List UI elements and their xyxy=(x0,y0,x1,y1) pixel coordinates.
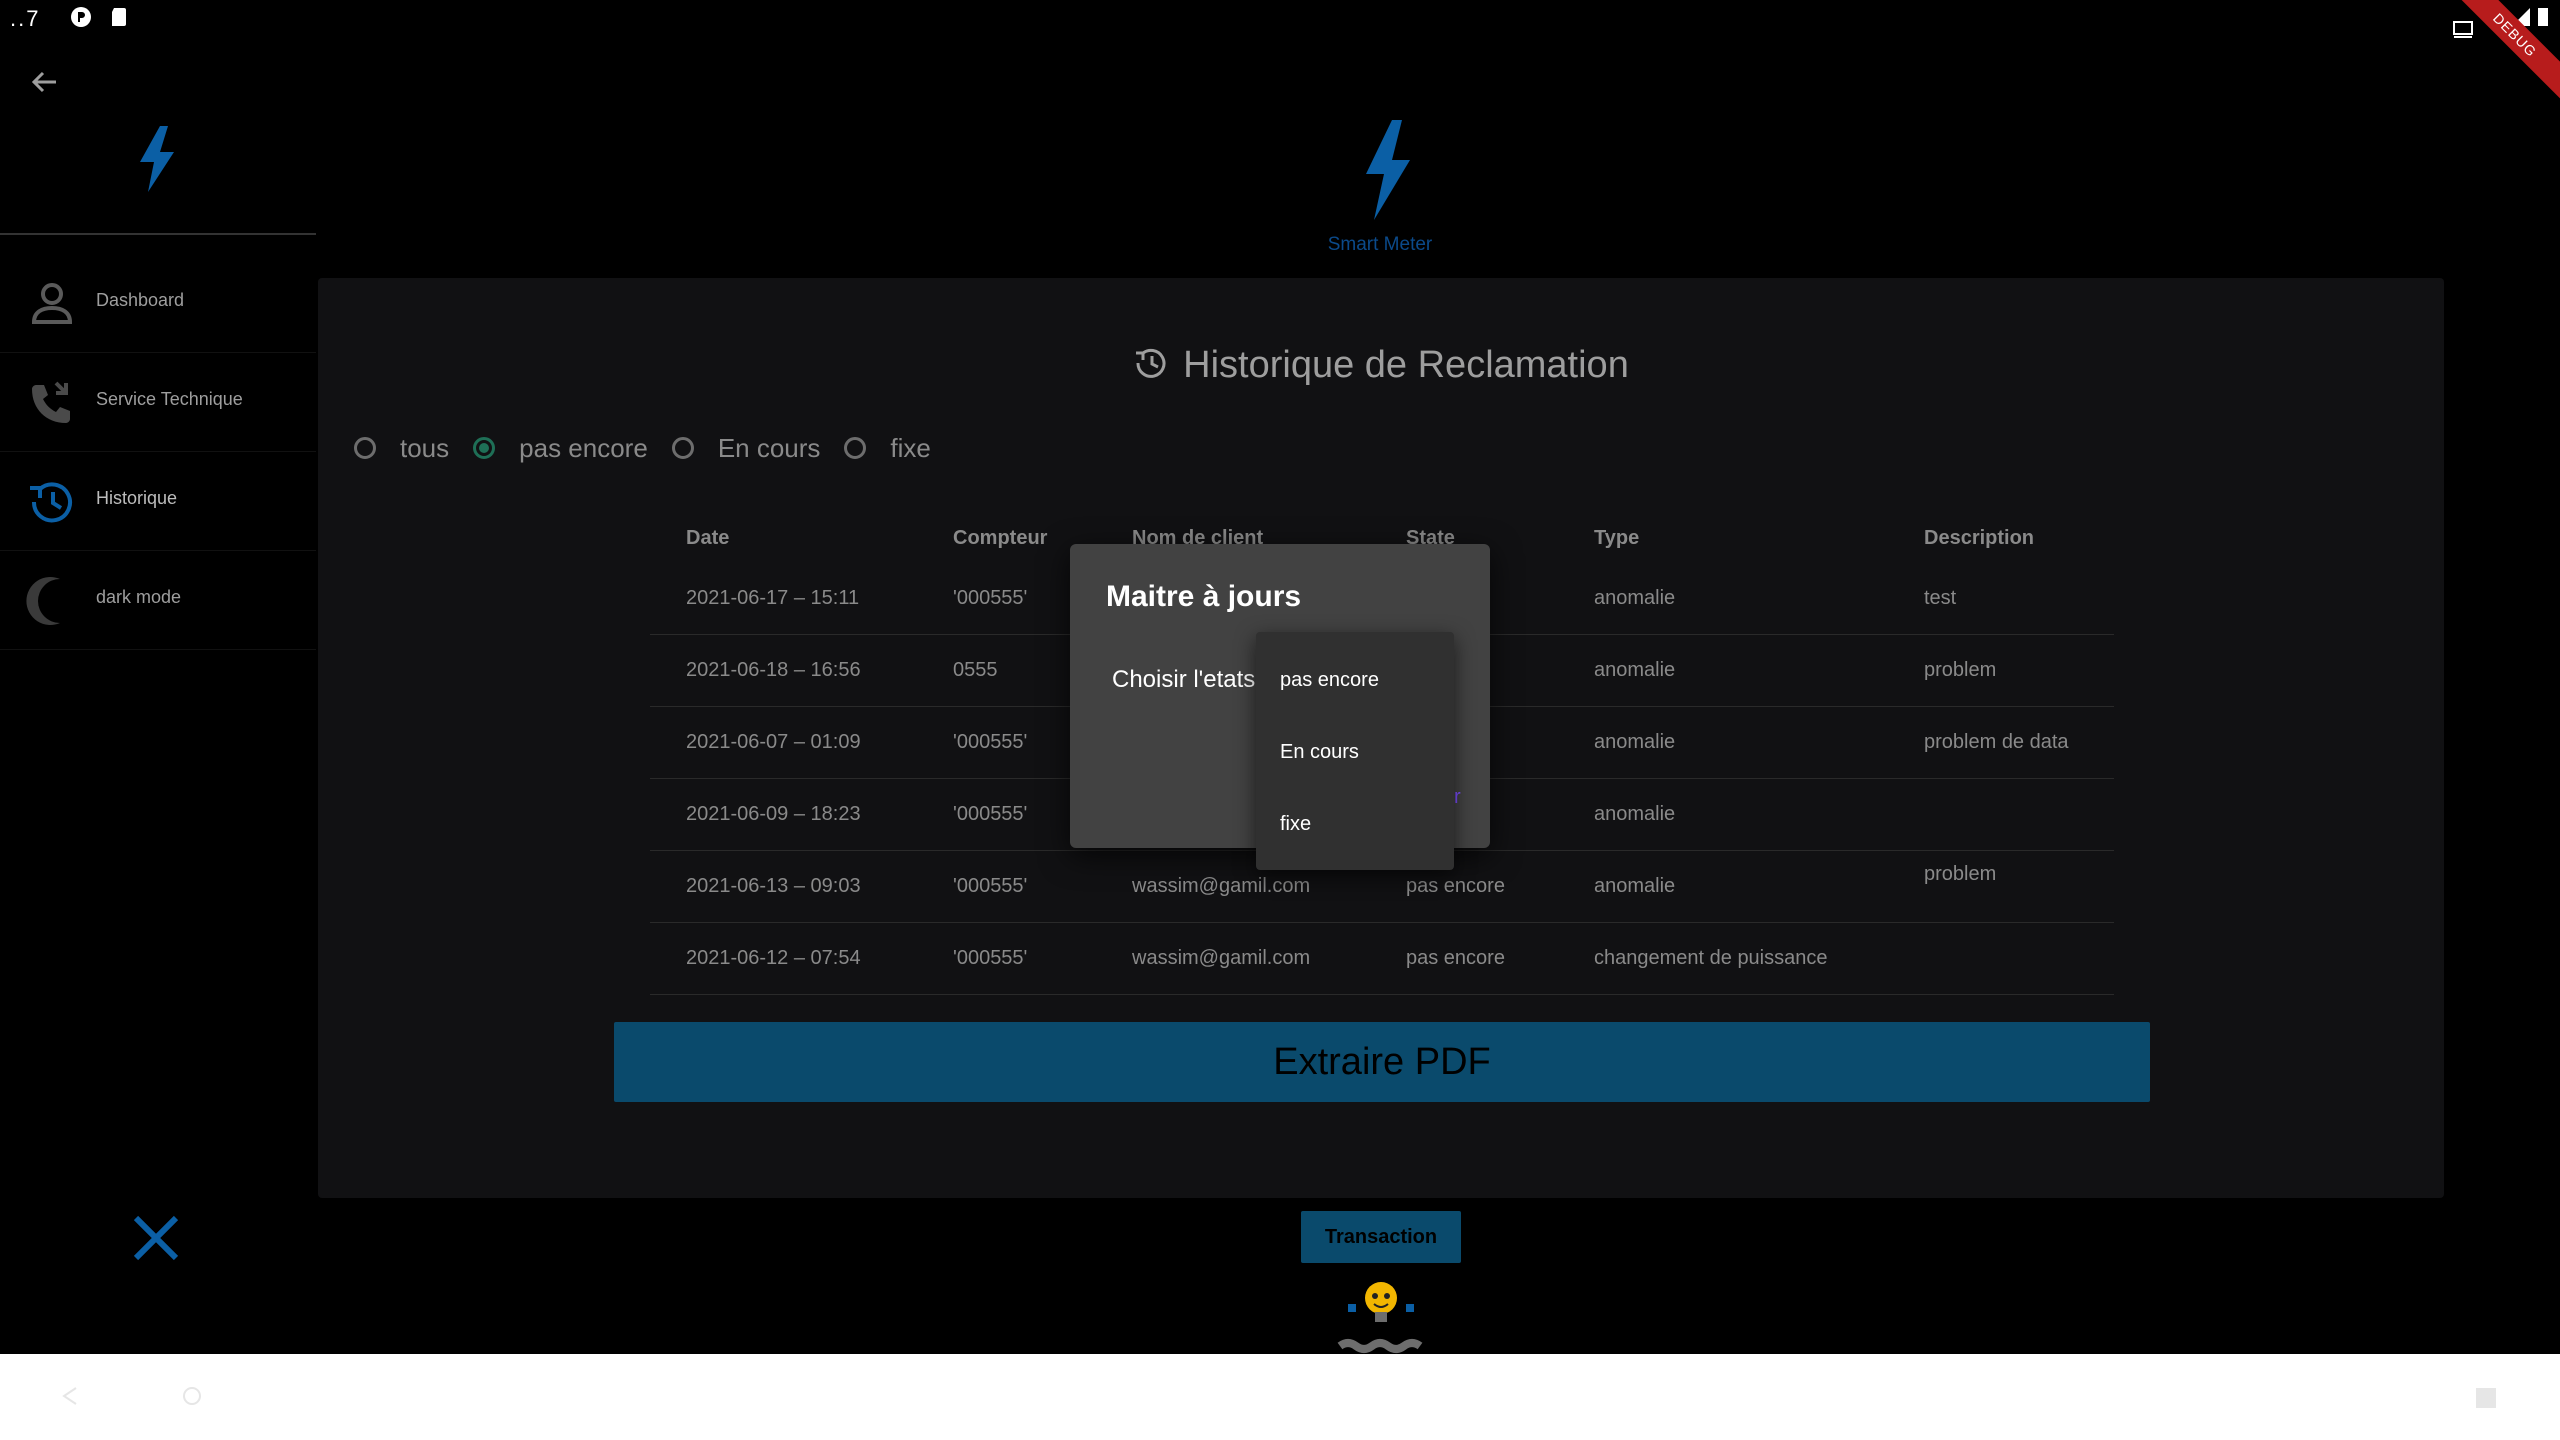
status-time: ..7 xyxy=(10,6,41,31)
sidebar-item-service-technique[interactable]: Service Technique xyxy=(0,353,316,452)
transaction-button[interactable]: Transaction xyxy=(1301,1211,1461,1263)
lightning-logo-icon xyxy=(140,126,174,192)
cell-description: problem de data xyxy=(1924,731,2069,753)
table-row[interactable]: 2021-06-12 – 07:54 '000555' wassim@gamil.c… xyxy=(650,922,2114,995)
sidebar-item-label: Historique xyxy=(96,488,178,508)
cell-compteur: 0555 xyxy=(953,659,998,681)
person-icon xyxy=(31,283,73,324)
cell-date: 2021-06-17 – 15:11 xyxy=(686,587,860,609)
sidebar-divider xyxy=(0,233,316,235)
menu-item-pas-encore[interactable]: pas encore xyxy=(1256,644,1454,716)
filter-radio-en-cours[interactable]: En cours xyxy=(671,432,821,464)
cell-compteur: '000555' xyxy=(953,803,1028,825)
col-header-description: Description xyxy=(1924,527,2035,549)
lightning-logo-icon xyxy=(1366,120,1410,220)
cell-type: changement de puissance xyxy=(1594,947,1828,969)
close-icon[interactable] xyxy=(130,1212,182,1264)
cell-compteur: '000555' xyxy=(953,587,1028,609)
dialog-action-button[interactable]: r xyxy=(1454,786,1464,810)
cell-client: wassim@gamil.com xyxy=(1132,947,1311,969)
page-title: Historique de Reclamation xyxy=(318,344,2444,387)
cell-type: anomalie xyxy=(1594,587,1676,609)
cast-icon xyxy=(2453,21,2473,38)
state-dropdown-menu: pas encore En cours fixe xyxy=(1256,632,1454,870)
cell-description: test xyxy=(1924,587,1957,609)
sidebar-item-dashboard[interactable]: Dashboard xyxy=(0,254,316,353)
back-arrow-icon[interactable] xyxy=(24,62,64,102)
radio-circle[interactable] xyxy=(844,437,867,459)
cell-date: 2021-06-09 – 18:23 xyxy=(686,803,861,825)
page-title-text: Historique de Reclamation xyxy=(1183,344,1629,386)
state-filter: tous pas encore En cours fixe xyxy=(354,428,955,468)
history-icon xyxy=(1136,348,1166,378)
col-header-compteur: Compteur xyxy=(953,527,1048,549)
col-header-date: Date xyxy=(686,527,730,549)
cell-type: anomalie xyxy=(1594,659,1676,681)
cell-type: anomalie xyxy=(1594,803,1676,825)
battery-icon xyxy=(2538,8,2548,26)
cell-date: 2021-06-13 – 09:03 xyxy=(686,875,861,897)
dialog-label: Choisir l'etats xyxy=(1112,666,1256,693)
sidebar-item-label: Service Technique xyxy=(96,389,243,409)
sidebar-item-label: dark mode xyxy=(96,587,182,607)
radio-label: fixe xyxy=(890,432,931,463)
radio-label: tous xyxy=(400,432,450,463)
col-header-type: Type xyxy=(1594,527,1640,549)
sidebar-item-label: Dashboard xyxy=(96,290,185,310)
system-nav-bar xyxy=(0,1354,2560,1440)
sd-card-icon xyxy=(112,8,126,26)
nav-back-icon[interactable] xyxy=(58,1384,82,1408)
radio-circle[interactable] xyxy=(354,437,376,459)
cell-description: problem xyxy=(1924,659,1997,681)
nav-home-icon[interactable] xyxy=(180,1384,204,1408)
radio-label: pas encore xyxy=(519,432,648,463)
phone-callback-icon xyxy=(32,381,70,423)
cell-compteur: '000555' xyxy=(953,875,1028,897)
menu-item-fixe[interactable]: fixe xyxy=(1256,788,1454,860)
extract-pdf-button[interactable]: Extraire PDF xyxy=(614,1022,2150,1102)
cell-type: anomalie xyxy=(1594,875,1676,897)
cell-state: pas encore xyxy=(1406,947,1505,969)
dialog-title: Maitre à jours xyxy=(1106,580,1302,613)
cell-type: anomalie xyxy=(1594,731,1676,753)
radio-circle[interactable] xyxy=(671,437,694,459)
orema-logo xyxy=(1337,1282,1423,1353)
radio-label: En cours xyxy=(717,432,821,463)
cell-description: problem xyxy=(1924,863,1997,885)
history-icon xyxy=(30,482,72,523)
moon-icon xyxy=(26,577,60,625)
cell-date: 2021-06-12 – 07:54 xyxy=(686,947,861,969)
cell-compteur: '000555' xyxy=(953,731,1028,753)
sidebar-item-historique[interactable]: Historique xyxy=(0,452,316,551)
sidebar-item-dark-mode[interactable]: dark mode xyxy=(0,551,316,650)
app-notification-icon xyxy=(71,7,91,27)
radio-circle[interactable] xyxy=(473,437,496,459)
filter-radio-tous[interactable]: tous xyxy=(354,433,449,464)
cell-date: 2021-06-18 – 16:56 xyxy=(686,659,861,681)
sidebar: Dashboard Service Technique Historique d… xyxy=(0,40,316,1354)
status-bar: ..7 DEBUG xyxy=(0,0,2560,105)
nav-recents-icon[interactable] xyxy=(2476,1388,2496,1408)
cell-date: 2021-06-07 – 01:09 xyxy=(686,731,861,753)
cell-compteur: '000555' xyxy=(953,947,1028,969)
brand-name: Smart Meter xyxy=(1327,234,1433,255)
filter-radio-fixe[interactable]: fixe xyxy=(844,432,931,464)
filter-radio-pas-encore[interactable]: pas encore xyxy=(473,433,648,464)
menu-item-en-cours[interactable]: En cours xyxy=(1256,716,1454,788)
